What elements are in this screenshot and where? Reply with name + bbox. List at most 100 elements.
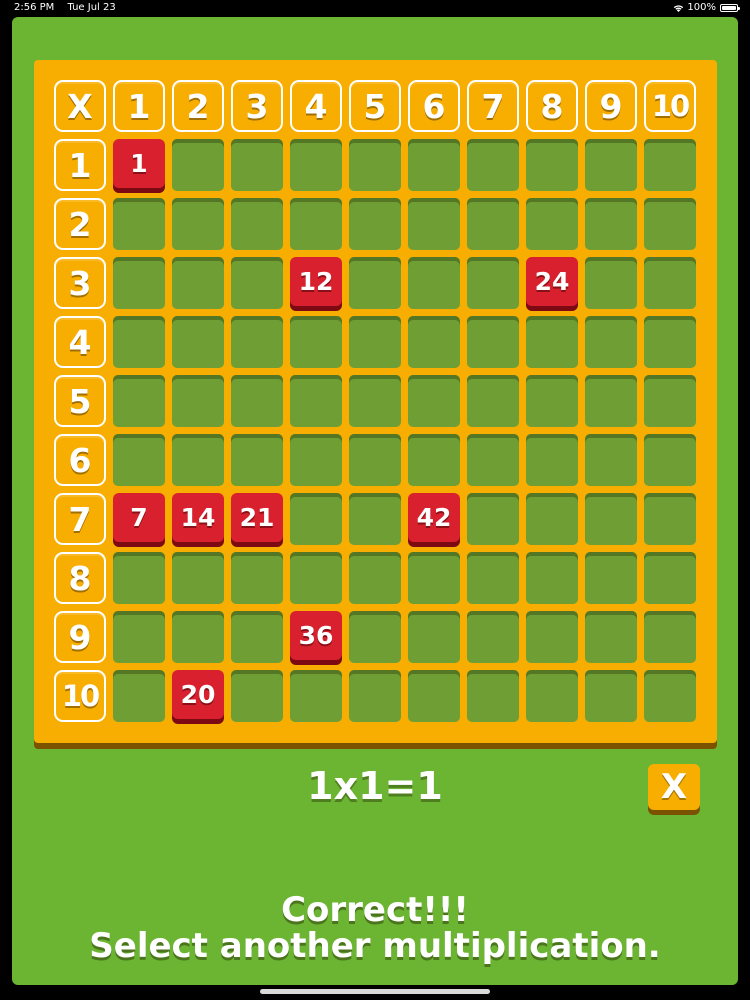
answered-cell[interactable]: 42 bbox=[408, 493, 460, 542]
grid-cell[interactable] bbox=[585, 434, 637, 486]
grid-cell[interactable] bbox=[467, 375, 519, 427]
grid-cell[interactable] bbox=[526, 434, 578, 486]
grid-cell[interactable] bbox=[526, 611, 578, 663]
grid-cell[interactable] bbox=[585, 493, 637, 545]
answered-cell[interactable]: 1 bbox=[113, 139, 165, 188]
grid-cell[interactable] bbox=[349, 552, 401, 604]
grid-cell[interactable] bbox=[231, 375, 283, 427]
grid-cell[interactable] bbox=[113, 316, 165, 368]
grid-cell[interactable] bbox=[644, 670, 696, 722]
grid-cell[interactable] bbox=[526, 670, 578, 722]
grid-cell[interactable] bbox=[585, 375, 637, 427]
grid-cell[interactable] bbox=[231, 552, 283, 604]
grid-cell[interactable] bbox=[408, 139, 460, 191]
grid-cell[interactable] bbox=[290, 198, 342, 250]
grid-cell[interactable] bbox=[231, 316, 283, 368]
grid-cell[interactable] bbox=[231, 611, 283, 663]
grid-cell[interactable] bbox=[172, 434, 224, 486]
grid-cell[interactable] bbox=[585, 139, 637, 191]
answered-cell[interactable]: 36 bbox=[290, 611, 342, 660]
grid-cell[interactable] bbox=[113, 375, 165, 427]
grid-cell[interactable] bbox=[408, 552, 460, 604]
grid-cell[interactable] bbox=[349, 316, 401, 368]
grid-cell[interactable] bbox=[290, 552, 342, 604]
grid-cell[interactable] bbox=[408, 198, 460, 250]
grid-cell[interactable] bbox=[467, 670, 519, 722]
grid-cell[interactable] bbox=[290, 316, 342, 368]
grid-cell[interactable] bbox=[526, 493, 578, 545]
grid-cell[interactable] bbox=[408, 434, 460, 486]
grid-cell[interactable] bbox=[644, 198, 696, 250]
grid-cell[interactable] bbox=[467, 434, 519, 486]
grid-cell[interactable] bbox=[467, 257, 519, 309]
grid-cell[interactable] bbox=[644, 611, 696, 663]
grid-cell[interactable] bbox=[526, 552, 578, 604]
grid-cell[interactable] bbox=[172, 611, 224, 663]
grid-cell[interactable] bbox=[113, 670, 165, 722]
grid-cell[interactable] bbox=[349, 139, 401, 191]
grid-cell[interactable] bbox=[349, 198, 401, 250]
grid-cell[interactable] bbox=[172, 375, 224, 427]
grid-cell[interactable] bbox=[467, 552, 519, 604]
grid-cell[interactable] bbox=[408, 375, 460, 427]
grid-cell[interactable] bbox=[585, 316, 637, 368]
grid-cell[interactable] bbox=[585, 198, 637, 250]
grid-cell[interactable] bbox=[290, 139, 342, 191]
grid-cell[interactable] bbox=[349, 375, 401, 427]
close-button[interactable]: X bbox=[648, 764, 700, 810]
grid-cell[interactable] bbox=[231, 434, 283, 486]
answered-cell[interactable]: 21 bbox=[231, 493, 283, 542]
grid-cell[interactable] bbox=[644, 375, 696, 427]
grid-cell[interactable] bbox=[526, 375, 578, 427]
grid-cell[interactable] bbox=[113, 257, 165, 309]
grid-cell[interactable] bbox=[172, 552, 224, 604]
answered-cell[interactable]: 24 bbox=[526, 257, 578, 306]
grid-cell[interactable] bbox=[585, 670, 637, 722]
grid-cell[interactable] bbox=[113, 611, 165, 663]
grid-cell[interactable] bbox=[290, 434, 342, 486]
grid-cell[interactable] bbox=[408, 257, 460, 309]
grid-cell[interactable] bbox=[644, 139, 696, 191]
grid-cell[interactable] bbox=[644, 316, 696, 368]
grid-cell[interactable] bbox=[644, 434, 696, 486]
answered-cell[interactable]: 14 bbox=[172, 493, 224, 542]
grid-cell[interactable] bbox=[408, 670, 460, 722]
grid-cell[interactable] bbox=[467, 493, 519, 545]
grid-cell[interactable] bbox=[290, 670, 342, 722]
grid-cell[interactable] bbox=[526, 316, 578, 368]
grid-cell[interactable] bbox=[290, 493, 342, 545]
grid-cell[interactable] bbox=[644, 493, 696, 545]
grid-cell[interactable] bbox=[408, 316, 460, 368]
grid-cell[interactable] bbox=[644, 257, 696, 309]
answered-cell[interactable]: 7 bbox=[113, 493, 165, 542]
grid-cell[interactable] bbox=[172, 139, 224, 191]
grid-cell[interactable] bbox=[467, 316, 519, 368]
grid-cell[interactable] bbox=[467, 139, 519, 191]
grid-cell[interactable] bbox=[172, 316, 224, 368]
grid-cell[interactable] bbox=[113, 434, 165, 486]
grid-cell[interactable] bbox=[526, 139, 578, 191]
answered-cell[interactable]: 20 bbox=[172, 670, 224, 719]
grid-cell[interactable] bbox=[585, 257, 637, 309]
grid-cell[interactable] bbox=[113, 198, 165, 250]
grid-cell[interactable] bbox=[349, 670, 401, 722]
grid-cell[interactable] bbox=[526, 198, 578, 250]
grid-cell[interactable] bbox=[585, 611, 637, 663]
grid-cell[interactable] bbox=[290, 375, 342, 427]
grid-cell[interactable] bbox=[467, 198, 519, 250]
grid-cell[interactable] bbox=[231, 257, 283, 309]
answered-cell[interactable]: 12 bbox=[290, 257, 342, 306]
grid-cell[interactable] bbox=[349, 257, 401, 309]
grid-cell[interactable] bbox=[349, 493, 401, 545]
grid-cell[interactable] bbox=[231, 670, 283, 722]
grid-cell[interactable] bbox=[408, 611, 460, 663]
grid-cell[interactable] bbox=[113, 552, 165, 604]
grid-cell[interactable] bbox=[231, 139, 283, 191]
grid-cell[interactable] bbox=[585, 552, 637, 604]
grid-cell[interactable] bbox=[231, 198, 283, 250]
grid-cell[interactable] bbox=[644, 552, 696, 604]
grid-cell[interactable] bbox=[467, 611, 519, 663]
grid-cell[interactable] bbox=[172, 257, 224, 309]
grid-cell[interactable] bbox=[349, 434, 401, 486]
grid-cell[interactable] bbox=[349, 611, 401, 663]
